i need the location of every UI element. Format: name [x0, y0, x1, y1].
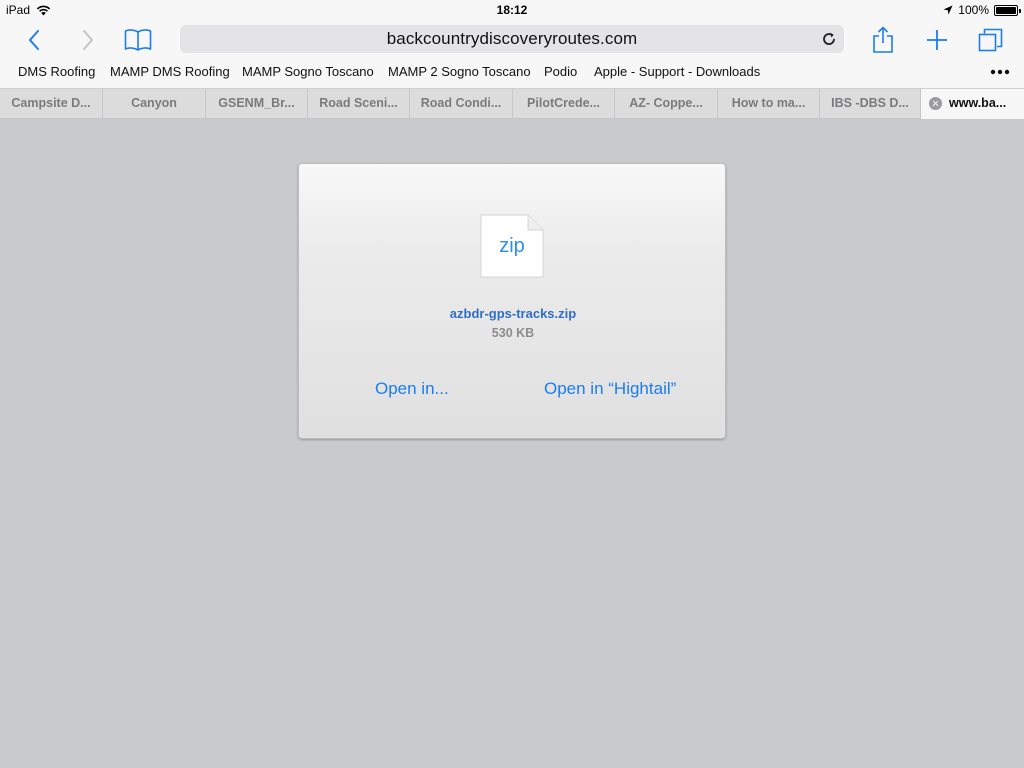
location-arrow-icon	[943, 5, 953, 15]
bookmark-mamp-dms-roofing[interactable]: MAMP DMS Roofing	[110, 64, 230, 79]
bookmark-mamp-2-sogno-toscano[interactable]: MAMP 2 Sogno Toscano	[388, 64, 531, 79]
reload-icon[interactable]	[820, 30, 838, 48]
new-tab-button[interactable]	[921, 24, 953, 56]
share-icon	[873, 26, 893, 53]
active-tab-title: www.ba...	[949, 96, 1007, 110]
forward-icon	[83, 30, 93, 50]
status-time: 18:12	[496, 3, 528, 17]
file-name: azbdr-gps-tracks.zip	[449, 306, 577, 321]
tabs-icon	[978, 28, 1003, 52]
tab-road-scenic[interactable]: Road Sceni...	[308, 89, 410, 119]
file-size: 530 KB	[491, 326, 535, 340]
bookmark-apple-support-downloads[interactable]: Apple - Support - Downloads	[594, 64, 760, 79]
bookmarks-icon	[124, 29, 152, 51]
tab-ibs-dbs[interactable]: IBS -DBS D...	[820, 89, 921, 119]
status-right: 100%	[943, 3, 1021, 17]
tab-az-copper[interactable]: AZ- Coppe...	[615, 89, 718, 119]
browser-toolbar: backcountrydiscoveryroutes.com	[0, 20, 1024, 60]
url-text[interactable]: backcountrydiscoveryroutes.com	[180, 29, 844, 49]
tab-pilot-credentials[interactable]: PilotCrede...	[513, 89, 615, 119]
back-icon	[29, 30, 39, 50]
bookmark-dms-roofing[interactable]: DMS Roofing	[18, 64, 95, 79]
tab-active[interactable]: www.ba...	[921, 89, 1024, 119]
battery-icon	[994, 4, 1021, 16]
file-extension: zip	[499, 235, 525, 257]
more-icon[interactable]	[990, 68, 1010, 76]
tabs-overview-button[interactable]	[975, 24, 1007, 56]
tab-how-to[interactable]: How to ma...	[718, 89, 820, 119]
tab-bar: Campsite D... Canyon GSENM_Br... Road Sc…	[0, 88, 1024, 119]
battery-level	[996, 6, 1016, 14]
open-in-hightail-button[interactable]: Open in “Hightail”	[544, 379, 676, 399]
bookmark-mamp-sogno-toscano[interactable]: MAMP Sogno Toscano	[242, 64, 374, 79]
address-bar[interactable]: backcountrydiscoveryroutes.com	[180, 25, 844, 53]
open-in-button[interactable]: Open in...	[375, 379, 449, 399]
device-name: iPad	[6, 3, 31, 17]
bookmarks-button[interactable]	[122, 24, 154, 56]
new-tab-icon	[927, 30, 947, 50]
battery-percent: 100%	[958, 3, 989, 17]
tab-campsite[interactable]: Campsite D...	[0, 89, 103, 119]
forward-button[interactable]	[72, 24, 104, 56]
tab-gsenm[interactable]: GSENM_Br...	[206, 89, 308, 119]
tab-road-conditions[interactable]: Road Condi...	[410, 89, 513, 119]
status-left: iPad	[6, 3, 51, 17]
back-button[interactable]	[18, 24, 50, 56]
close-tab-icon[interactable]	[929, 97, 942, 110]
bookmarks-bar: DMS Roofing MAMP DMS Roofing MAMP Sogno …	[0, 60, 1024, 88]
bookmark-podio[interactable]: Podio	[544, 64, 577, 79]
tab-canyon[interactable]: Canyon	[103, 89, 206, 119]
share-button[interactable]	[867, 24, 899, 56]
status-bar: iPad 18:12 100%	[0, 0, 1024, 20]
wifi-icon	[36, 5, 51, 15]
download-card: zip azbdr-gps-tracks.zip 530 KB Open in.…	[298, 163, 726, 439]
